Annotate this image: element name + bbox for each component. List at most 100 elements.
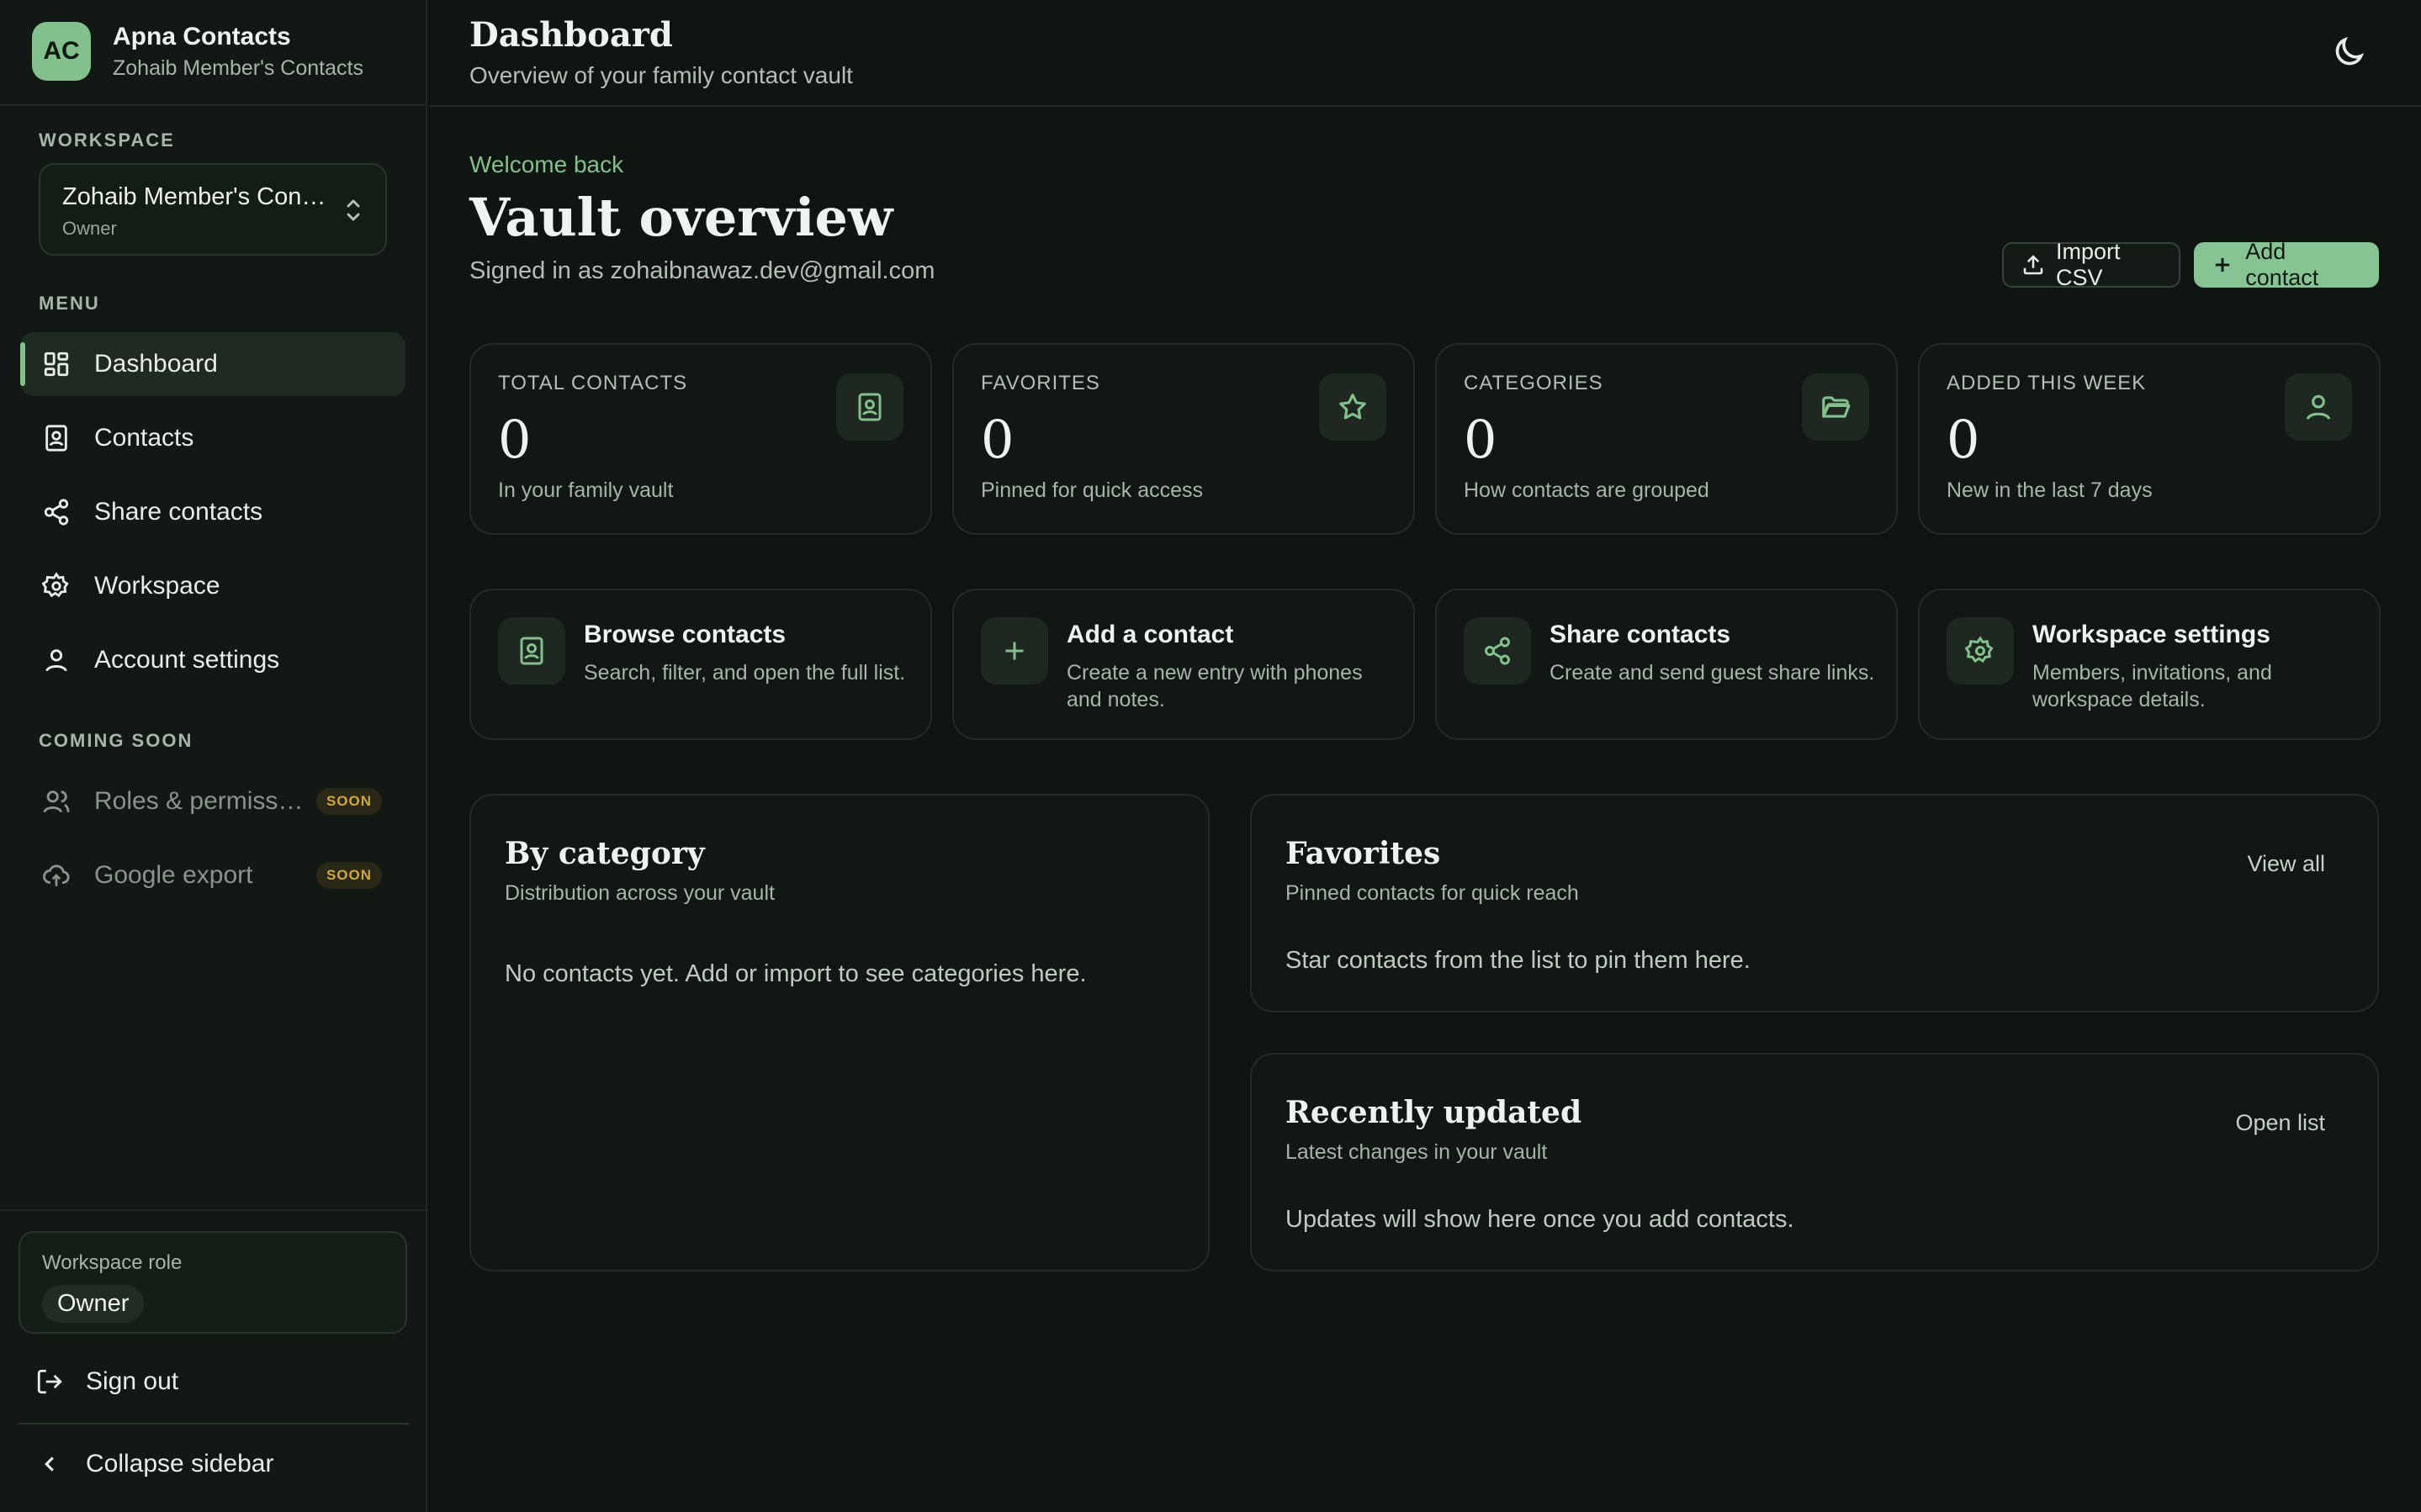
sidebar: AC Apna Contacts Zohaib Member's Contact… (0, 0, 427, 1512)
add-contact-card[interactable]: Add a contact Create a new entry with ph… (952, 589, 1415, 740)
coming-soon-section-label: COMING SOON (39, 730, 193, 751)
import-csv-label: Import CSV (2056, 239, 2121, 290)
page-subtitle: Overview of your family contact vault (469, 62, 853, 88)
browse-contacts-card[interactable]: Browse contacts Search, filter, and open… (469, 589, 932, 740)
page-title: Dashboard (469, 15, 673, 55)
vault-title: Vault overview (469, 187, 893, 248)
add-contact-label: Add contact (2245, 239, 2319, 290)
workspace-select-role: Owner (62, 218, 117, 239)
by-category-panel: By category Distribution across your vau… (469, 794, 1210, 1271)
stat-description: Pinned for quick access (981, 478, 1204, 502)
panel-title: Favorites (1285, 836, 1441, 871)
sidebar-item-account-settings[interactable]: Account settings (20, 628, 405, 692)
sidebar-item-roles-permissions: Roles & permissions SOON (20, 769, 405, 833)
workspace-select[interactable]: Zohaib Member's Contacts Owner (39, 163, 387, 256)
stat-description: How contacts are grouped (1464, 478, 1709, 502)
stat-description: In your family vault (498, 478, 674, 502)
workspace-select-name: Zohaib Member's Contacts (62, 183, 331, 210)
action-title: Browse contacts (584, 621, 787, 648)
panel-subtitle: Distribution across your vault (505, 881, 775, 905)
brand-subtitle: Zohaib Member's Contacts (113, 56, 363, 80)
share-icon (40, 496, 72, 528)
sidebar-item-label: Workspace (94, 572, 220, 600)
plus-icon (981, 617, 1048, 685)
brand: AC Apna Contacts Zohaib Member's Contact… (32, 22, 363, 81)
panel-subtitle: Pinned contacts for quick reach (1285, 881, 1579, 905)
welcome-text: Welcome back (469, 151, 624, 177)
soon-badge: SOON (315, 862, 382, 889)
sidebar-item-label: Dashboard (94, 350, 218, 378)
stat-description: New in the last 7 days (1947, 478, 2153, 502)
workspace-role-value: Owner (42, 1285, 145, 1323)
action-description: Create a new entry with phones and notes… (1067, 661, 1363, 711)
recently-updated-panel: Recently updated Latest changes in your … (1250, 1053, 2379, 1271)
dashboard-icon (40, 348, 72, 380)
share-contacts-card[interactable]: Share contacts Create and send guest sha… (1435, 589, 1898, 740)
sidebar-item-label: Share contacts (94, 498, 263, 526)
action-title: Workspace settings (2032, 621, 2270, 648)
panel-empty-state: Updates will show here once you add cont… (1285, 1206, 1794, 1233)
chevron-left-icon (34, 1448, 66, 1480)
menu-section-label: MENU (39, 293, 100, 314)
stat-card-favorites: FAVORITES 0 Pinned for quick access (952, 343, 1415, 535)
open-list-link[interactable]: Open list (2235, 1110, 2325, 1136)
moon-icon (2335, 36, 2365, 66)
contact-book-icon (836, 373, 903, 441)
share-icon (1464, 617, 1531, 685)
panel-title: By category (505, 836, 705, 871)
panel-title: Recently updated (1285, 1095, 1582, 1130)
sidebar-item-google-export: Google export SOON (20, 843, 405, 907)
signed-in-text: Signed in as zohaibnawaz.dev@gmail.com (469, 257, 935, 284)
user-icon (2285, 373, 2352, 441)
theme-toggle-button[interactable] (2330, 34, 2367, 71)
workspace-section-label: WORKSPACE (39, 130, 175, 151)
add-contact-button[interactable]: Add contact (2194, 239, 2379, 290)
brand-avatar: AC (32, 22, 91, 81)
import-csv-button[interactable]: Import CSV (2002, 239, 2180, 290)
action-title: Add a contact (1067, 621, 1234, 648)
sidebar-item-share-contacts[interactable]: Share contacts (20, 480, 405, 544)
sign-out-button[interactable]: Sign out (34, 1366, 178, 1398)
sidebar-divider (0, 104, 427, 106)
sidebar-item-label: Roles & permissions (94, 787, 305, 815)
upload-icon (2021, 252, 2046, 278)
sidebar-divider (0, 1209, 427, 1211)
workspace-role-label: Workspace role (42, 1251, 183, 1274)
workspace-role-card: Workspace role Owner (19, 1231, 407, 1334)
folder-icon (1802, 373, 1869, 441)
sidebar-divider (19, 1423, 409, 1425)
action-title: Share contacts (1550, 621, 1731, 648)
plus-icon (2211, 252, 2235, 278)
contact-book-icon (498, 617, 565, 685)
sidebar-item-dashboard[interactable]: Dashboard (20, 332, 405, 396)
favorites-panel: Favorites Pinned contacts for quick reac… (1250, 794, 2379, 1012)
cloud-upload-icon (40, 859, 72, 891)
stat-card-total-contacts: TOTAL CONTACTS 0 In your family vault (469, 343, 932, 535)
view-all-link[interactable]: View all (2247, 851, 2325, 877)
top-header: Dashboard Overview of your family contac… (429, 0, 2421, 107)
panel-empty-state: Star contacts from the list to pin them … (1285, 947, 1751, 974)
stat-card-added-this-week: ADDED THIS WEEK 0 New in the last 7 days (1918, 343, 2381, 535)
workspace-settings-card[interactable]: Workspace settings Members, invitations,… (1918, 589, 2381, 740)
star-icon (1319, 373, 1386, 441)
brand-title: Apna Contacts (113, 22, 291, 50)
contact-book-icon (40, 422, 72, 454)
action-description: Search, filter, and open the full list. (584, 661, 906, 685)
collapse-sidebar-button[interactable]: Collapse sidebar (34, 1448, 273, 1480)
gear-icon (1947, 617, 2014, 685)
sidebar-item-label: Google export (94, 861, 253, 889)
sign-out-icon (34, 1366, 66, 1398)
sidebar-item-workspace[interactable]: Workspace (20, 554, 405, 618)
stat-card-categories: CATEGORIES 0 How contacts are grouped (1435, 343, 1898, 535)
sign-out-label: Sign out (86, 1367, 179, 1395)
action-description: Create and send guest share links. (1550, 661, 1875, 685)
sidebar-item-label: Account settings (94, 646, 280, 674)
gear-icon (40, 570, 72, 602)
panel-empty-state: No contacts yet. Add or import to see ca… (505, 960, 1087, 987)
users-icon (40, 785, 72, 817)
chevron-up-down-icon (347, 199, 360, 221)
user-icon (40, 644, 72, 676)
panel-subtitle: Latest changes in your vault (1285, 1140, 1548, 1164)
collapse-sidebar-label: Collapse sidebar (86, 1450, 274, 1478)
sidebar-item-contacts[interactable]: Contacts (20, 406, 405, 470)
